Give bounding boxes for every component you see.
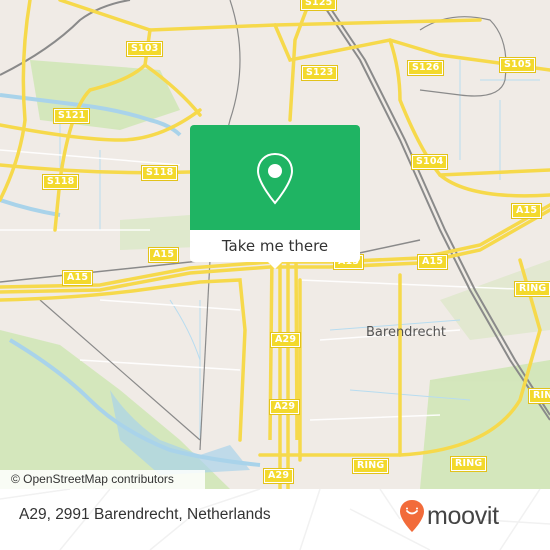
road-shield-label: RING	[357, 460, 385, 471]
road-shield-s118: S118	[41, 174, 80, 190]
road-shield-s118: S118	[140, 165, 179, 181]
road-shield-a15: A15	[416, 254, 449, 270]
road-shield-s123: S123	[300, 65, 339, 81]
road-shield-a15: A15	[510, 203, 543, 219]
road-shield-label: A15	[516, 205, 538, 216]
road-shield-label: S103	[131, 43, 159, 54]
road-shield-s105: S105	[498, 57, 537, 73]
moovit-logo[interactable]: moovit	[399, 499, 499, 533]
road-shield-s103: S103	[125, 41, 164, 57]
road-shield-label: S125	[305, 0, 333, 8]
road-shield-label: RING	[455, 458, 483, 469]
road-shield-label: S104	[416, 156, 444, 167]
road-shield-a29: A29	[268, 399, 301, 415]
road-shield-ring: RING	[351, 458, 390, 474]
road-shield-a29: A29	[262, 468, 295, 484]
address-text: A29, 2991 Barendrecht, Netherlands	[19, 506, 271, 523]
moovit-wordmark: moovit	[427, 501, 499, 530]
map[interactable]: S125 S103 S123 S126 S105 S121 S118 S118 …	[0, 0, 550, 489]
road-shield-label: RING	[533, 390, 550, 401]
road-shield-label: A29	[274, 401, 296, 412]
place-label-barendrecht: Barendrecht	[366, 325, 446, 340]
road-shield-ring: RING	[449, 456, 488, 472]
road-shield-label: A29	[275, 334, 297, 345]
moovit-pin-icon	[400, 500, 424, 532]
road-shield-ring: RING	[513, 281, 550, 297]
popup-header	[190, 125, 360, 230]
road-shield-s125: S125	[299, 0, 338, 11]
road-shield-label: S123	[306, 67, 334, 78]
road-shield-label: S118	[47, 176, 75, 187]
road-shield-label: A15	[67, 272, 89, 283]
road-shield-label: S118	[146, 167, 174, 178]
location-pin-icon	[256, 152, 294, 205]
footer: A29, 2991 Barendrecht, Netherlands moovi…	[0, 489, 550, 550]
road-shield-label: S105	[504, 59, 532, 70]
road-shield-a15: A15	[147, 247, 180, 263]
road-shield-label: A15	[422, 256, 444, 267]
road-shield-a15: A15	[61, 270, 94, 286]
road-shield-label: S126	[412, 62, 440, 73]
road-shield-s104: S104	[410, 154, 449, 170]
road-shield-label: A15	[153, 249, 175, 260]
road-shield-label: S121	[58, 110, 86, 121]
road-shield-s126: S126	[406, 60, 445, 76]
road-shield-ring: RING	[527, 388, 550, 404]
take-me-there-button[interactable]: Take me there	[190, 230, 360, 262]
location-popup: Take me there	[190, 125, 360, 269]
road-shield-s121: S121	[52, 108, 91, 124]
road-shield-a29: A29	[269, 332, 302, 348]
popup-tail	[268, 262, 282, 269]
road-shield-label: RING	[519, 283, 547, 294]
road-shield-label: A29	[268, 470, 290, 481]
map-attribution[interactable]: © OpenStreetMap contributors	[0, 470, 205, 489]
